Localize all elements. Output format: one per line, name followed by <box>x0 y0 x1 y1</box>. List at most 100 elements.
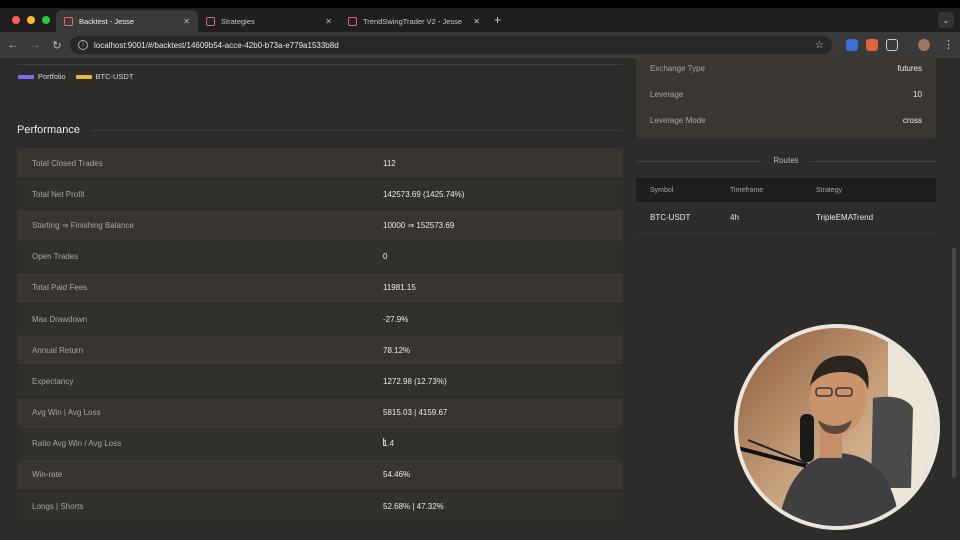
metric-label: Avg Win | Avg Loss <box>32 408 101 418</box>
address-bar[interactable]: i localhost:9001/#/backtest/14609b54-acc… <box>70 36 832 54</box>
section-divider <box>92 130 622 131</box>
tab-title: Strategies <box>221 16 255 26</box>
settings-row: Exchange Type futures <box>650 64 922 73</box>
setting-value: futures <box>897 64 922 73</box>
metric-label: Max Drawdown <box>32 314 88 324</box>
metric-value: -27.9% <box>383 314 409 324</box>
metric-value: 142573.69 (1425.74%) <box>383 189 465 199</box>
new-tab-button[interactable]: + <box>494 13 501 27</box>
metric-value: 112 <box>383 158 396 168</box>
metric-value: 10000 ⇒ 152573.69 <box>383 220 455 230</box>
maximize-window-button[interactable] <box>42 16 50 24</box>
table-row: Annual Return 78.12% <box>17 335 623 367</box>
metric-value: 54.46% <box>383 470 411 480</box>
tab-close-icon[interactable]: ✕ <box>183 17 190 26</box>
jesse-favicon-icon <box>206 16 215 26</box>
table-row: Max Drawdown -27.9% <box>17 303 623 336</box>
table-header: Symbol Timeframe Strategy <box>636 178 936 202</box>
table-row: Open Trades 0 <box>17 241 623 273</box>
metric-value: 78.12% <box>383 345 411 355</box>
setting-label: Leverage <box>650 90 684 99</box>
settings-panel: Exchange Type futures Leverage 10 Levera… <box>636 58 936 138</box>
legend-label: Portfolio <box>38 72 66 81</box>
tab-strategies[interactable]: Strategies ✕ <box>198 10 340 32</box>
metric-label: Total Net Profit <box>32 189 85 199</box>
metric-value: 5815.03 | 4159.67 <box>383 408 448 418</box>
settings-row: Leverage Mode cross <box>650 116 922 125</box>
presenter-video-image <box>738 328 936 526</box>
table-row: BTC-USDT 4h TripleEMATrend <box>636 202 936 234</box>
setting-label: Leverage Mode <box>650 116 706 125</box>
browser-tab-bar: Backtest - Jesse ✕ Strategies ✕ TrendSwi… <box>0 8 960 32</box>
bookmark-star-icon[interactable]: ☆ <box>815 40 824 51</box>
performance-table: Total Closed Trades 112 Total Net Profit 1… <box>17 148 623 523</box>
metric-label: Annual Return <box>32 345 84 355</box>
tab-close-icon[interactable]: ✕ <box>473 17 480 26</box>
metric-label: Starting ⇒ Finishing Balance <box>32 220 134 230</box>
setting-label: Exchange Type <box>650 64 706 73</box>
reload-button[interactable]: ↻ <box>46 39 68 52</box>
table-row: Total Closed Trades 112 <box>17 148 623 180</box>
metric-label: Total Closed Trades <box>32 158 103 168</box>
section-divider <box>810 161 936 162</box>
metric-value: 11981.15 <box>383 283 416 293</box>
legend-swatch <box>18 74 34 79</box>
legend-swatch <box>75 74 92 79</box>
url-text: localhost:9001/#/backtest/14609b54-acce-… <box>94 40 339 50</box>
extension-icon[interactable] <box>846 39 858 51</box>
route-timeframe: 4h <box>730 213 739 222</box>
extension-icon[interactable] <box>866 39 878 51</box>
metric-label: Total Paid Fees <box>32 283 88 293</box>
table-row: Starting ⇒ Finishing Balance 10000 ⇒ 1525… <box>17 210 623 242</box>
extensions-puzzle-icon[interactable] <box>886 39 898 51</box>
tab-trendswingtrader[interactable]: TrendSwingTrader V2 - Jesse ✕ <box>340 10 488 32</box>
table-row: Total Net Profit 142573.69 (1425.74%) <box>17 179 623 211</box>
table-row: Longs | Shorts 52.68% | 47.32% <box>17 491 623 523</box>
tab-title: Backtest - Jesse <box>79 16 135 26</box>
webcam-overlay <box>734 324 940 530</box>
metric-value: 1272.98 (12.73%) <box>383 376 447 386</box>
metric-value: 52.68% | 47.32% <box>383 501 444 511</box>
routes-table: Symbol Timeframe Strategy BTC-USDT 4h Tr… <box>636 178 936 234</box>
legend-item-portfolio[interactable]: Portfolio <box>18 72 66 81</box>
tab-backtest[interactable]: Backtest - Jesse ✕ <box>56 10 198 32</box>
table-row: Total Paid Fees 11981.15 <box>17 272 623 304</box>
table-row: Ratio Avg Win / Avg Loss 1.4 <box>17 428 623 460</box>
minimize-window-button[interactable] <box>27 16 35 24</box>
back-button[interactable]: ← <box>2 39 24 51</box>
route-strategy: TripleEMATrend <box>816 213 874 222</box>
metric-label: Win-rate <box>32 470 63 480</box>
column-header-strategy: Strategy <box>816 186 843 194</box>
chart-legend: Portfolio BTC-USDT <box>18 72 143 81</box>
chart-bottom-divider <box>18 64 622 65</box>
setting-value: cross <box>902 116 922 125</box>
metric-label: Longs | Shorts <box>32 501 84 511</box>
page-scrollbar[interactable] <box>952 248 956 478</box>
tab-close-icon[interactable]: ✕ <box>325 17 332 26</box>
forward-button[interactable]: → <box>24 39 46 51</box>
route-symbol: BTC-USDT <box>650 213 691 222</box>
column-header-timeframe: Timeframe <box>730 186 764 194</box>
metric-label: Expectancy <box>32 376 74 386</box>
metric-label: Open Trades <box>32 252 79 262</box>
window-controls <box>0 16 56 24</box>
table-row: Avg Win | Avg Loss 5815.03 | 4159.67 <box>17 397 623 429</box>
text-cursor-icon: Ⅰ <box>382 437 386 449</box>
tab-search-button[interactable]: ⌄ <box>938 12 954 28</box>
legend-label: BTC-USDT <box>95 72 134 81</box>
tab-title: TrendSwingTrader V2 - Jesse <box>363 16 463 26</box>
jesse-favicon-icon <box>64 16 73 26</box>
jesse-favicon-icon <box>348 16 357 26</box>
settings-row: Leverage 10 <box>650 90 922 99</box>
close-window-button[interactable] <box>12 16 20 24</box>
metric-value: 0 <box>383 252 388 262</box>
table-row: Expectancy 1272.98 (12.73%) <box>17 366 623 398</box>
site-info-icon[interactable]: i <box>78 40 88 50</box>
table-row: Win-rate 54.46% <box>17 459 623 492</box>
legend-item-btc-usdt[interactable]: BTC-USDT <box>75 72 134 81</box>
section-title-performance: Performance <box>17 124 80 136</box>
setting-value: 10 <box>913 90 922 99</box>
browser-menu-button[interactable]: ⋮ <box>943 38 954 51</box>
metric-label: Ratio Avg Win / Avg Loss <box>32 439 122 449</box>
profile-avatar[interactable] <box>918 39 930 51</box>
